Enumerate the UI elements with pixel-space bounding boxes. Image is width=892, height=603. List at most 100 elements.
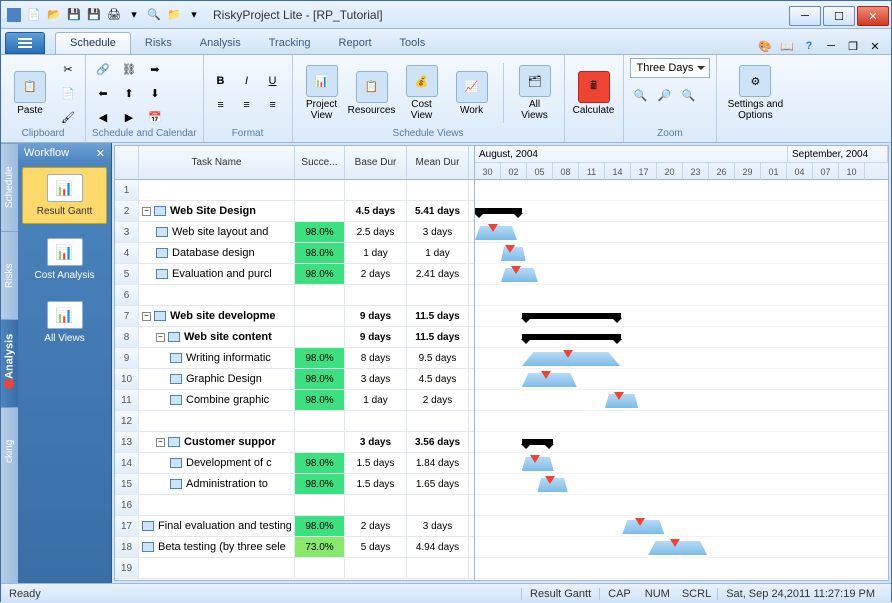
cell-base[interactable] (345, 180, 407, 200)
move-down-icon[interactable]: ⬇ (144, 82, 166, 104)
cell-mean[interactable]: 3.56 days (407, 432, 469, 452)
cell-mean[interactable]: 5.41 days (407, 201, 469, 221)
gantt-row[interactable] (475, 432, 888, 453)
cell-success[interactable]: 73.0% (295, 537, 345, 557)
table-row[interactable]: 11Combine graphic98.0%1 day2 days (115, 390, 474, 411)
cell-base[interactable]: 8 days (345, 348, 407, 368)
vtab-analysis[interactable]: Analysis (1, 319, 18, 407)
table-row[interactable]: 6 (115, 285, 474, 306)
cell-base[interactable] (345, 285, 407, 305)
workflow-close-icon[interactable]: ✕ (96, 147, 105, 160)
cell-success[interactable]: 98.0% (295, 453, 345, 473)
table-row[interactable]: 10Graphic Design98.0%3 days4.5 days (115, 369, 474, 390)
collapse-icon[interactable]: − (142, 207, 151, 216)
cell-base[interactable]: 9 days (345, 306, 407, 326)
cell-base[interactable]: 2.5 days (345, 222, 407, 242)
tab-risks[interactable]: Risks (131, 33, 186, 54)
cell-name[interactable]: Beta testing (by three sele (139, 537, 295, 557)
tab-tracking[interactable]: Tracking (255, 33, 325, 54)
cell-name[interactable]: Final evaluation and testing (139, 516, 295, 536)
cell-base[interactable]: 1 day (345, 390, 407, 410)
table-row[interactable]: 16 (115, 495, 474, 516)
tab-report[interactable]: Report (325, 33, 386, 54)
close-child-icon[interactable]: ✕ (867, 38, 883, 54)
gantt-row[interactable] (475, 306, 888, 327)
minimize-button[interactable]: ─ (789, 6, 821, 26)
save-icon[interactable]: 💾 (65, 6, 83, 24)
cell-base[interactable]: 1.5 days (345, 474, 407, 494)
print-icon[interactable]: 🖨 (105, 6, 123, 24)
cell-base[interactable]: 3 days (345, 432, 407, 452)
cell-success[interactable]: 98.0% (295, 264, 345, 284)
cell-success[interactable] (295, 495, 345, 515)
cell-success[interactable] (295, 327, 345, 347)
gantt-row[interactable] (475, 516, 888, 537)
zoom-combo[interactable]: Three Days (630, 58, 711, 78)
cell-success[interactable] (295, 411, 345, 431)
gantt-row[interactable] (475, 285, 888, 306)
cell-name[interactable]: Development of c (139, 453, 295, 473)
calculate-button[interactable]: 🖩Calculate (571, 60, 617, 126)
move-up-icon[interactable]: ⬆ (118, 82, 140, 104)
cell-base[interactable] (345, 411, 407, 431)
calendar-icon[interactable]: 📅 (144, 106, 166, 128)
table-row[interactable]: 8−Web site content9 days11.5 days (115, 327, 474, 348)
gantt-row[interactable] (475, 348, 888, 369)
bold-button[interactable]: B (210, 70, 232, 92)
link-icon[interactable]: 🔗 (92, 58, 114, 80)
collapse-icon[interactable]: − (142, 312, 151, 321)
minimize-ribbon-icon[interactable]: ─ (823, 38, 839, 54)
table-row[interactable]: 14Development of c98.0%1.5 days1.84 days (115, 453, 474, 474)
gantt-row[interactable] (475, 390, 888, 411)
save-all-icon[interactable]: 💾 (85, 6, 103, 24)
table-row[interactable]: 19 (115, 558, 474, 579)
help-book-icon[interactable]: 📖 (779, 38, 795, 54)
gantt-row[interactable] (475, 495, 888, 516)
format-painter-icon[interactable]: 🖌 (57, 106, 79, 128)
all-views-button[interactable]: 🗂All Views (512, 60, 558, 126)
cell-success[interactable]: 98.0% (295, 369, 345, 389)
cell-success[interactable]: 98.0% (295, 243, 345, 263)
search-icon[interactable]: 🔍 (145, 6, 163, 24)
cell-mean[interactable]: 11.5 days (407, 327, 469, 347)
zoom-out-icon[interactable]: 🔎 (654, 84, 676, 106)
resources-button[interactable]: 📋Resources (349, 60, 395, 126)
vtab-risks[interactable]: Risks (1, 231, 18, 319)
gantt-row[interactable] (475, 327, 888, 348)
cell-success[interactable]: 98.0% (295, 516, 345, 536)
cell-mean[interactable]: 1.65 days (407, 474, 469, 494)
cell-success[interactable]: 98.0% (295, 348, 345, 368)
prev-icon[interactable]: ◀ (92, 106, 114, 128)
cell-success[interactable] (295, 432, 345, 452)
zoom-in-icon[interactable]: 🔍 (630, 84, 652, 106)
cell-base[interactable]: 9 days (345, 327, 407, 347)
cell-name[interactable]: Writing informatic (139, 348, 295, 368)
gantt-row[interactable] (475, 201, 888, 222)
cell-mean[interactable]: 3 days (407, 222, 469, 242)
cell-mean[interactable]: 2 days (407, 390, 469, 410)
cell-success[interactable]: 98.0% (295, 474, 345, 494)
cell-name[interactable]: −Web Site Design (139, 201, 295, 221)
gantt-row[interactable] (475, 411, 888, 432)
col-success[interactable]: Succe... (295, 146, 345, 179)
table-row[interactable]: 13−Customer suppor3 days3.56 days (115, 432, 474, 453)
cell-base[interactable]: 3 days (345, 369, 407, 389)
align-right-button[interactable]: ≡ (262, 94, 284, 116)
table-row[interactable]: 9Writing informatic98.0%8 days9.5 days (115, 348, 474, 369)
gantt-row[interactable] (475, 474, 888, 495)
maximize-button[interactable]: ☐ (823, 6, 855, 26)
align-center-button[interactable]: ≡ (236, 94, 258, 116)
gantt-row[interactable] (475, 222, 888, 243)
table-row[interactable]: 12 (115, 411, 474, 432)
gantt-row[interactable] (475, 558, 888, 579)
cell-name[interactable]: Administration to (139, 474, 295, 494)
cell-name[interactable] (139, 180, 295, 200)
cell-name[interactable]: −Web site developme (139, 306, 295, 326)
cell-mean[interactable]: 4.5 days (407, 369, 469, 389)
settings-button[interactable]: ⚙Settings and Options (723, 60, 787, 126)
cell-name[interactable]: Combine graphic (139, 390, 295, 410)
cell-mean[interactable]: 2.41 days (407, 264, 469, 284)
zoom-fit-icon[interactable]: 🔍 (678, 84, 700, 106)
cell-mean[interactable]: 1 day (407, 243, 469, 263)
cell-base[interactable]: 2 days (345, 516, 407, 536)
